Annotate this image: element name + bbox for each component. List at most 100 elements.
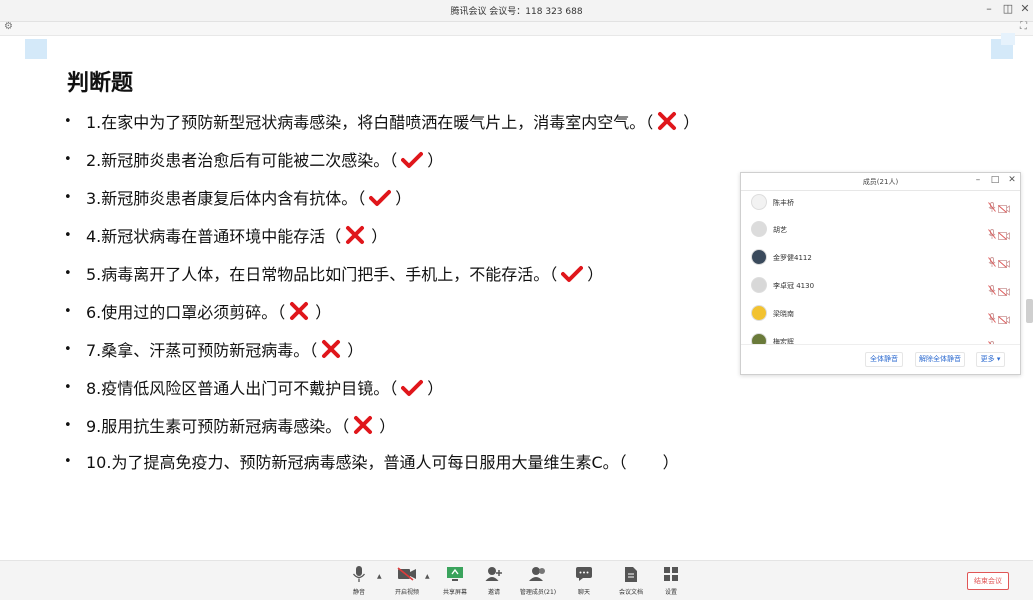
chat-icon <box>559 565 609 583</box>
avatar <box>751 305 767 321</box>
member-row[interactable]: 胡艺 <box>741 217 1020 241</box>
maximize-icon[interactable]: □ <box>988 175 1002 185</box>
avatar <box>751 221 767 237</box>
check-mark-icon <box>557 263 587 283</box>
window-titlebar: 腾讯会议 会议号：118 323 688 – ◫ ✕ <box>0 0 1033 22</box>
toolbar-button-mic[interactable]: 静音 <box>334 565 384 596</box>
close-icon[interactable]: ✕ <box>1005 175 1019 185</box>
settings-icon <box>646 565 696 583</box>
bullet-icon: • <box>64 341 72 357</box>
member-row[interactable]: 梁晓南 <box>741 301 1020 325</box>
cross-mark-icon <box>653 111 683 131</box>
member-name: 胡艺 <box>773 226 787 234</box>
mic-muted-icon[interactable] <box>988 252 996 267</box>
bullet-icon: • <box>64 303 72 319</box>
members-panel-header: 成员(21人) – □ ✕ <box>741 173 1020 191</box>
minimize-icon[interactable]: – <box>971 175 985 185</box>
gear-icon[interactable]: ⚙ <box>4 21 13 32</box>
question-text: 3.新冠肺炎患者康复后体内含有抗体。（ <box>86 189 366 208</box>
mic-muted-icon[interactable] <box>988 280 996 295</box>
cross-mark-icon <box>285 301 315 321</box>
bullet-icon: • <box>64 453 72 469</box>
video-options-caret[interactable]: ▲ <box>425 573 430 580</box>
toolbar-button-invite[interactable]: 邀请 <box>469 565 519 596</box>
question-close-paren: ） <box>587 265 604 284</box>
camera-off-icon[interactable] <box>998 253 1010 268</box>
question-text: 10.为了提高免疫力、预防新冠病毒感染，普通人可每日服用大量维生素C。（ <box>86 453 627 472</box>
question-close-paren: ） <box>683 113 700 132</box>
question-text: 5.病毒离开了人体，在日常物品比如门把手、手机上，不能存活。（ <box>86 265 558 284</box>
member-name: 梅宏辉 <box>773 338 794 344</box>
toolbar-button-settings[interactable]: 设置 <box>646 565 696 596</box>
unmute-all-button[interactable]: 解除全体静音 <box>915 352 965 367</box>
question-text: 7.桑拿、汗蒸可预防新冠病毒。（ <box>86 341 318 360</box>
toolbar-button-video-off[interactable]: 开启视频 <box>382 565 432 596</box>
question-item: • 10.为了提高免疫力、预防新冠病毒感染，普通人可每日服用大量维生素C。（ ） <box>64 449 679 473</box>
avatar <box>751 249 767 265</box>
decor-square <box>1001 33 1015 45</box>
mute-all-button[interactable]: 全体静音 <box>865 352 903 367</box>
more-button[interactable]: 更多 ▾ <box>976 352 1005 367</box>
member-name: 李卓冠 4130 <box>773 282 815 290</box>
question-text: 4.新冠状病毒在普通环境中能存活（ <box>86 227 342 246</box>
view-bar: ⚙ ⛶ <box>0 21 1033 36</box>
question-close-paren: ） <box>315 303 332 322</box>
slide-heading: 判断题 <box>67 71 134 96</box>
scroll-handle[interactable] <box>1026 299 1033 323</box>
member-row[interactable]: 陈丰桥 <box>741 191 1020 214</box>
toolbar-button-chat[interactable]: 聊天 <box>559 565 609 596</box>
check-mark-icon <box>365 187 395 207</box>
question-item: • 6.使用过的口罩必须剪碎。（ ） <box>64 299 331 323</box>
member-name: 金罗健4112 <box>773 254 812 262</box>
mic-muted-icon[interactable] <box>988 336 996 344</box>
member-name: 梁晓南 <box>773 310 794 318</box>
question-item: • 5.病毒离开了人体，在日常物品比如门把手、手机上，不能存活。（ ） <box>64 261 603 285</box>
question-text: 8.疫情低风险区普通人出门可不戴护目镜。（ <box>86 379 398 398</box>
decor-square <box>25 39 47 59</box>
question-close-paren: ） <box>662 453 679 472</box>
question-item: • 8.疫情低风险区普通人出门可不戴护目镜。（ ） <box>64 375 443 399</box>
close-button[interactable]: ✕ <box>1014 2 1033 15</box>
member-row[interactable]: 李卓冠 4130 <box>741 273 1020 297</box>
members-list[interactable]: 陈丰桥胡艺金罗健4112 李卓冠 4130 梁晓南梅宏辉 <box>741 191 1020 344</box>
avatar <box>751 277 767 293</box>
question-text: 6.使用过的口罩必须剪碎。（ <box>86 303 286 322</box>
question-item: • 1.在家中为了预防新型冠状病毒感染，将白醋喷洒在暖气片上，消毒室内空气。（ ） <box>64 109 699 133</box>
camera-off-icon[interactable] <box>998 281 1010 296</box>
camera-off-icon[interactable] <box>998 198 1010 213</box>
check-mark-icon <box>397 377 427 397</box>
window-title: 腾讯会议 会议号：118 323 688 <box>450 7 583 17</box>
cross-mark-icon <box>317 339 347 359</box>
member-row[interactable]: 金罗健4112 <box>741 245 1020 269</box>
end-meeting-button[interactable]: 结束会议 <box>967 572 1009 590</box>
mic-muted-icon[interactable] <box>988 224 996 239</box>
toolbar-button-label: 静音 <box>352 589 365 596</box>
toolbar-button-label: 聊天 <box>577 589 590 596</box>
empty-answer-slot <box>627 451 663 471</box>
toolbar-button-label: 设置 <box>664 589 677 596</box>
member-name: 陈丰桥 <box>773 199 794 207</box>
cross-mark-icon <box>349 415 379 435</box>
mic-muted-icon[interactable] <box>988 197 996 212</box>
mic-muted-icon[interactable] <box>988 308 996 323</box>
question-item: • 4.新冠状病毒在普通环境中能存活（ ） <box>64 223 387 247</box>
bullet-icon: • <box>64 151 72 167</box>
bullet-icon: • <box>64 227 72 243</box>
member-row[interactable]: 梅宏辉 <box>741 329 1020 344</box>
question-item: • 7.桑拿、汗蒸可预防新冠病毒。（ ） <box>64 337 363 361</box>
question-item: • 2.新冠肺炎患者治愈后有可能被二次感染。（ ） <box>64 147 443 171</box>
camera-off-icon[interactable] <box>998 337 1010 344</box>
question-text: 1.在家中为了预防新型冠状病毒感染，将白醋喷洒在暖气片上，消毒室内空气。（ <box>86 113 654 132</box>
camera-off-icon[interactable] <box>998 225 1010 240</box>
toolbar-button-members[interactable]: 管理成员(21) <box>513 565 563 596</box>
toolbar-button-label: 开启视频 <box>394 589 419 596</box>
members-icon <box>513 565 563 583</box>
question-item: • 9.服用抗生素可预防新冠病毒感染。（ ） <box>64 413 395 437</box>
avatar <box>751 194 767 210</box>
question-text: 2.新冠肺炎患者治愈后有可能被二次感染。（ <box>86 151 398 170</box>
bullet-icon: • <box>64 379 72 395</box>
mic-options-caret[interactable]: ▲ <box>377 573 382 580</box>
fullscreen-icon[interactable]: ⛶ <box>1020 21 1027 32</box>
camera-off-icon[interactable] <box>998 309 1010 324</box>
question-close-paren: ） <box>427 151 444 170</box>
